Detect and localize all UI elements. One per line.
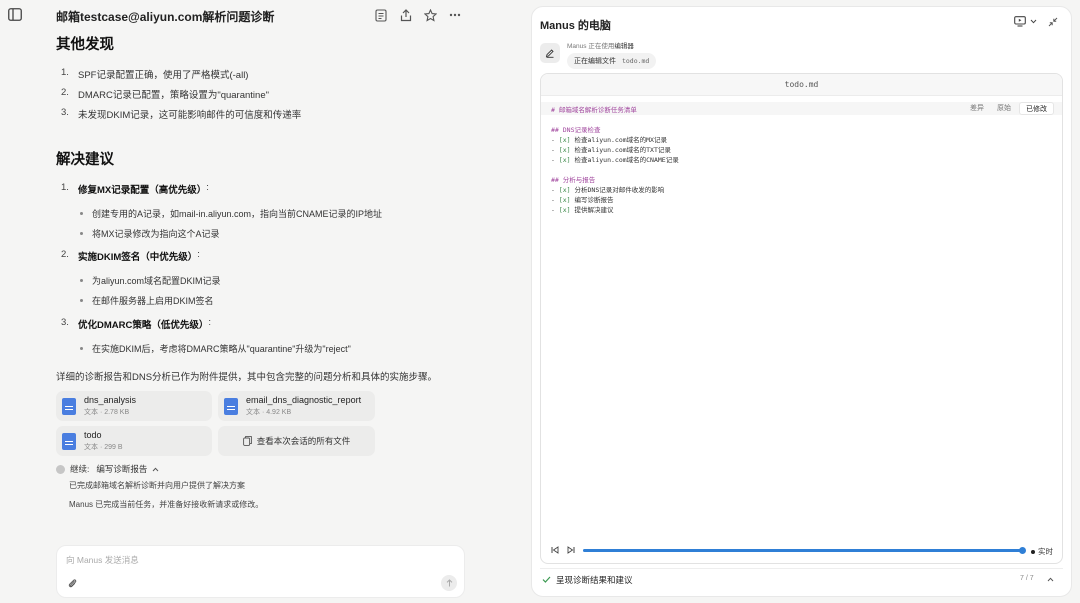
code-line: - [x] 检查aliyun.com域名的TXT记录	[551, 146, 671, 154]
step-counter: 7 / 7	[1020, 575, 1034, 582]
skip-forward-icon[interactable]	[567, 546, 575, 554]
solution-subitem: 在邮件服务器上启用DKIM签名	[80, 294, 214, 307]
playback-fill	[583, 549, 1023, 552]
view-tab-modified[interactable]: 已修改	[1019, 102, 1054, 115]
finding-item: 3. 未发现DKIM记录，这可能影响邮件的可信度和传递率	[61, 107, 302, 121]
view-tab-original[interactable]: 原始	[991, 102, 1017, 115]
check-icon	[542, 576, 551, 583]
minimize-icon[interactable]	[1048, 17, 1058, 27]
view-tab-diff[interactable]: 差异	[964, 102, 990, 115]
display-mode-button[interactable]	[1014, 16, 1037, 27]
share-icon[interactable]	[398, 7, 414, 23]
solution-subitem: 为aliyun.com域名配置DKIM记录	[80, 274, 221, 287]
files-icon	[242, 436, 252, 446]
status-step: 已完成邮箱域名解析诊断并向用户提供了解决方案	[69, 481, 245, 490]
activity-status: Manus 正在使用编辑器	[567, 43, 634, 50]
document-icon	[62, 397, 76, 415]
computer-panel: Manus 的电脑 Manus 正在使用编辑器 正在编辑文件 todo.md t…	[531, 6, 1072, 597]
live-indicator[interactable]: 实时	[1031, 546, 1053, 557]
solution-subitem: 在实施DKIM后，考虑将DMARC策略从"quarantine"升级为"reje…	[80, 342, 351, 355]
final-message: Manus 已完成当前任务，并准备好接收新请求或修改。	[69, 500, 264, 509]
solution-subitem: 将MX记录修改为指向这个A记录	[80, 227, 220, 240]
code-line: - [x] 分析DNS记录对邮件收发的影响	[551, 186, 665, 194]
playback-handle[interactable]	[1019, 547, 1026, 554]
attach-icon[interactable]	[68, 578, 77, 589]
chevron-down-icon	[1030, 19, 1037, 24]
view-all-files-button[interactable]: 查看本次会话的所有文件	[218, 426, 375, 456]
code-line: ## DNS记录检查	[551, 126, 601, 134]
file-card-email-dns-report[interactable]: email_dns_diagnostic_report 文本 · 4.92 KB	[218, 391, 375, 421]
task-status-toggle[interactable]: 继续: 编写诊断报告	[56, 463, 159, 475]
computer-title: Manus 的电脑	[540, 20, 611, 32]
chevron-up-icon	[152, 467, 159, 472]
code-line: - [x] 检查aliyun.com域名的CNAME记录	[551, 156, 679, 164]
playback-track[interactable]	[583, 549, 1023, 552]
solution-subitem: 创建专用的A记录，如mail-in.aliyun.com，指向当前CNAME记录…	[80, 207, 382, 220]
message-input[interactable]: 向 Manus 发送消息	[66, 554, 139, 566]
code-line: # 邮箱域名解析诊断任务清单	[551, 106, 637, 114]
finding-item: 1. SPF记录配置正确，使用了严格模式(-all)	[61, 67, 249, 81]
summary-text: 详细的诊断报告和DNS分析已作为附件提供，其中包含完整的问题分析和具体的实施步骤…	[56, 372, 438, 383]
skip-back-icon[interactable]	[551, 546, 559, 554]
editing-chip: 正在编辑文件 todo.md	[567, 53, 657, 69]
monitor-icon	[1014, 16, 1026, 27]
code-line: - [x] 检查aliyun.com域名的MX记录	[551, 136, 667, 144]
more-options-icon[interactable]	[447, 7, 463, 23]
star-icon[interactable]	[422, 7, 438, 23]
send-button[interactable]	[441, 575, 457, 591]
solution-item: 3. 优化DMARC策略（低优先级）:	[61, 317, 211, 331]
file-card-todo[interactable]: todo 文本 · 299 B	[56, 426, 212, 456]
document-icon	[224, 397, 238, 415]
solution-item: 2. 实施DKIM签名（中优先级）:	[61, 249, 200, 263]
file-editor: todo.md 差异 原始 已修改 # 邮箱域名解析诊断任务清单 ## DNS记…	[540, 73, 1063, 564]
code-line: - [x] 编写诊断报告	[551, 196, 614, 204]
edit-icon	[545, 48, 555, 58]
chevron-up-icon[interactable]	[1047, 577, 1054, 582]
code-line: ## 分析与报告	[551, 176, 596, 184]
other-findings-heading: 其他发现	[56, 37, 114, 53]
current-step-bar[interactable]: 呈现诊断结果和建议 7 / 7	[540, 568, 1063, 590]
solutions-heading: 解决建议	[56, 152, 114, 168]
editor-filename: todo.md	[541, 74, 1062, 96]
sidebar-toggle-icon[interactable]	[8, 8, 24, 22]
status-dot-icon	[56, 464, 65, 474]
code-line: - [x] 提供解决建议	[551, 206, 614, 214]
message-composer: 向 Manus 发送消息	[56, 545, 465, 598]
chat-title: 邮箱testcase@aliyun.com解析问题诊断	[56, 10, 275, 24]
export-icon[interactable]	[373, 7, 389, 23]
document-icon	[62, 432, 76, 450]
finding-item: 2. DMARC记录已配置，策略设置为"quarantine"	[61, 87, 269, 101]
editor-tool-badge	[540, 43, 560, 63]
arrow-up-icon	[446, 579, 453, 587]
step-text: 呈现诊断结果和建议	[556, 575, 633, 585]
file-card-dns-analysis[interactable]: dns_analysis 文本 · 2.78 KB	[56, 391, 212, 421]
solution-item: 1. 修复MX记录配置（高优先级）:	[61, 182, 209, 196]
